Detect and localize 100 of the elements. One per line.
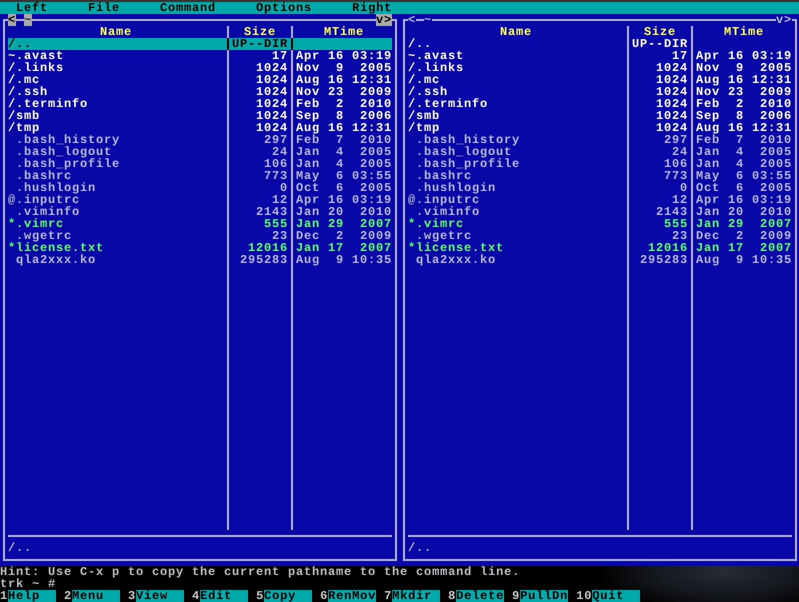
file-size: 24 (672, 145, 688, 159)
file-row[interactable]: /.. UP--DIR (408, 38, 792, 50)
file-row[interactable]: /tmp 1024 Aug 16 12:31 (408, 122, 792, 134)
file-row[interactable]: /.terminfo 1024 Feb 2 2010 (408, 98, 792, 110)
file-row[interactable]: .bash_logout 24 Jan 4 2005 (8, 146, 392, 158)
file-row[interactable]: @.inputrc 12 Apr 16 03:19 (8, 194, 392, 206)
file-row[interactable]: /.terminfo 1024 Feb 2 2010 (8, 98, 392, 110)
file-name: .bash_profile (416, 157, 520, 171)
hint-text: Hint: Use C-x p to copy the current pathname to the command line. (0, 566, 520, 578)
file-row[interactable]: .viminfo 2143 Jan 20 2010 (8, 206, 392, 218)
file-mtime: Feb 2 2010 (696, 97, 792, 111)
file-mtime: Aug 9 10:35 (696, 253, 792, 267)
file-name: /.links (8, 61, 64, 75)
file-name: /.. (8, 37, 32, 51)
file-row[interactable]: .bash_history 297 Feb 7 2010 (408, 134, 792, 146)
file-name: .bashrc (16, 169, 72, 183)
menu-item[interactable]: Left (16, 2, 48, 14)
file-row[interactable]: /.ssh 1024 Nov 23 2009 (408, 86, 792, 98)
file-name: .wgetrc (416, 229, 472, 243)
file-row[interactable]: .bash_history 297 Feb 7 2010 (8, 134, 392, 146)
file-size: 0 (280, 181, 288, 195)
file-row[interactable]: .wgetrc 23 Dec 2 2009 (408, 230, 792, 242)
file-name: /.. (408, 37, 432, 51)
file-size: 555 (664, 217, 688, 231)
file-size: 1024 (656, 109, 688, 123)
file-size: 773 (664, 169, 688, 183)
file-row[interactable]: *.vimrc 555 Jan 29 2007 (408, 218, 792, 230)
command-line[interactable]: trk ~ # (0, 578, 56, 590)
file-mtime: May 6 03:55 (696, 169, 792, 183)
file-row[interactable]: *license.txt 12016 Jan 17 2007 (8, 242, 392, 254)
file-row[interactable]: ~.avast 17 Apr 16 03:19 (8, 50, 392, 62)
file-name: .hushlogin (416, 181, 496, 195)
file-name: .viminfo (16, 205, 80, 219)
menu-item[interactable]: Options (256, 2, 312, 14)
file-size: 24 (272, 145, 288, 159)
file-row[interactable]: .bashrc 773 May 6 03:55 (8, 170, 392, 182)
file-row[interactable]: *license.txt 12016 Jan 17 2007 (408, 242, 792, 254)
file-size: 17 (672, 49, 688, 63)
file-row[interactable]: .hushlogin 0 Oct 6 2005 (408, 182, 792, 194)
file-size: 1024 (256, 61, 288, 75)
file-name: /.ssh (8, 85, 48, 99)
file-row[interactable]: .bash_logout 24 Jan 4 2005 (408, 146, 792, 158)
back-button[interactable]: < (408, 14, 416, 26)
file-row[interactable]: .hushlogin 0 Oct 6 2005 (8, 182, 392, 194)
file-row[interactable]: /.ssh 1024 Nov 23 2009 (8, 86, 392, 98)
file-name: /smb (8, 109, 40, 123)
column-header: MTime (324, 25, 364, 39)
panel-path: ~ (424, 14, 432, 26)
history-button[interactable]: v (376, 14, 384, 26)
file-size: 1024 (656, 61, 688, 75)
file-size: 1024 (656, 121, 688, 135)
file-name: /.terminfo (8, 97, 88, 111)
file-size: 295283 (240, 253, 288, 267)
file-size: UP--DIR (232, 37, 288, 51)
file-name: /.mc (8, 73, 40, 87)
file-size: 297 (664, 133, 688, 147)
file-mtime: Nov 23 2009 (696, 85, 792, 99)
file-row[interactable]: .wgetrc 23 Dec 2 2009 (8, 230, 392, 242)
file-size: 2143 (656, 205, 688, 219)
file-row[interactable]: /smb 1024 Sep 8 2006 (8, 110, 392, 122)
file-row[interactable]: /.mc 1024 Aug 16 12:31 (8, 74, 392, 86)
column-header: MTime (724, 25, 764, 39)
file-mtime: Sep 8 2006 (696, 109, 792, 123)
file-mtime: Jan 17 2007 (296, 241, 392, 255)
file-row[interactable]: @.inputrc 12 Apr 16 03:19 (408, 194, 792, 206)
file-size: UP--DIR (632, 37, 688, 51)
column-header: Name (500, 25, 532, 39)
history-button[interactable]: v (776, 14, 784, 26)
file-row[interactable]: /.. UP--DIR (8, 38, 392, 50)
file-row[interactable]: /tmp 1024 Aug 16 12:31 (8, 122, 392, 134)
file-name: .viminfo (416, 205, 480, 219)
file-name: /.terminfo (408, 97, 488, 111)
file-row[interactable]: .bash_profile 106 Jan 4 2005 (8, 158, 392, 170)
file-name: /.links (408, 61, 464, 75)
back-button[interactable]: < (8, 14, 16, 26)
column-header: Size (644, 25, 676, 39)
file-row[interactable]: .bash_profile 106 Jan 4 2005 (408, 158, 792, 170)
menu-item[interactable]: Right (352, 2, 392, 14)
file-mtime: Apr 16 03:19 (696, 193, 792, 207)
menu-item[interactable]: File (88, 2, 120, 14)
file-mtime: Jan 29 2007 (696, 217, 792, 231)
file-mtime: Jan 4 2005 (696, 157, 792, 171)
file-size: 1024 (256, 85, 288, 99)
file-row[interactable]: qla2xxx.ko 295283 Aug 9 10:35 (8, 254, 392, 266)
mini-status: /.. (8, 542, 32, 554)
file-row[interactable]: ~.avast 17 Apr 16 03:19 (408, 50, 792, 62)
file-row[interactable]: *.vimrc 555 Jan 29 2007 (8, 218, 392, 230)
file-row[interactable]: qla2xxx.ko 295283 Aug 9 10:35 (408, 254, 792, 266)
menu-item[interactable]: Command (160, 2, 216, 14)
file-row[interactable]: /.links 1024 Nov 9 2005 (8, 62, 392, 74)
file-row[interactable]: /smb 1024 Sep 8 2006 (408, 110, 792, 122)
file-mtime: Aug 16 12:31 (296, 121, 392, 135)
file-mtime: Apr 16 03:19 (296, 49, 392, 63)
file-row[interactable]: .bashrc 773 May 6 03:55 (408, 170, 792, 182)
file-row[interactable]: /.mc 1024 Aug 16 12:31 (408, 74, 792, 86)
file-name: qla2xxx.ko (16, 253, 96, 267)
file-row[interactable]: .viminfo 2143 Jan 20 2010 (408, 206, 792, 218)
file-row[interactable]: /.links 1024 Nov 9 2005 (408, 62, 792, 74)
forward-button[interactable]: > (784, 14, 792, 26)
file-mtime: Jan 29 2007 (296, 217, 392, 231)
